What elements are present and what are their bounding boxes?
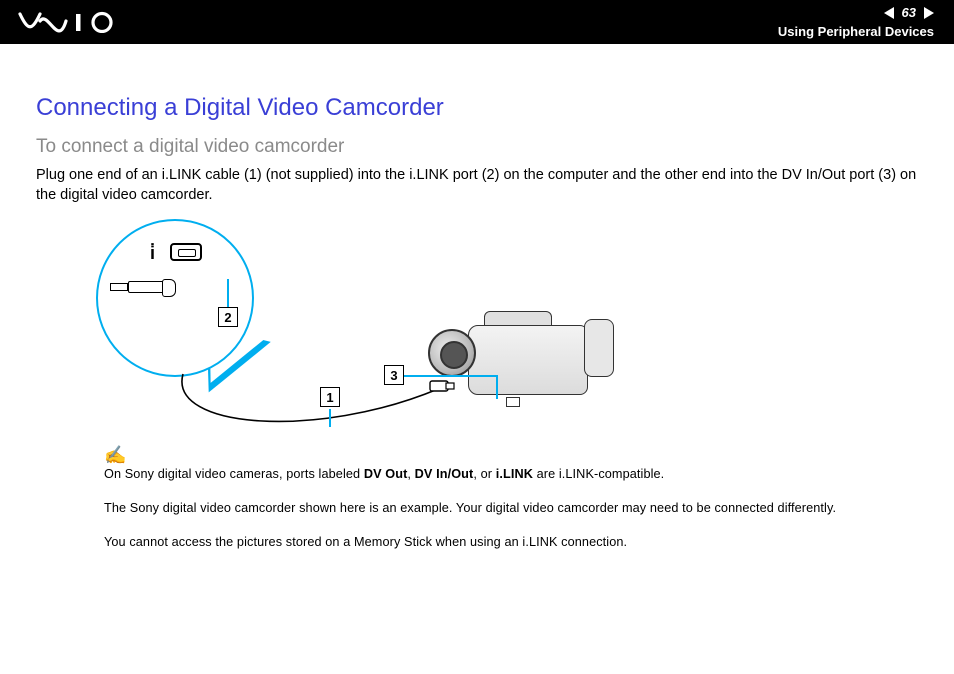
- ilink-symbol-icon: i̇: [150, 243, 155, 264]
- diagram-label-3: 3: [384, 365, 404, 385]
- leader-line-3b: [496, 375, 498, 399]
- diagram-label-2: 2: [218, 307, 238, 327]
- page-content: Connecting a Digital Video Camcorder To …: [0, 44, 954, 551]
- note-line-3: You cannot access the pictures stored on…: [104, 534, 918, 552]
- note1-b1: DV Out: [364, 467, 408, 481]
- page-number: 63: [900, 5, 918, 20]
- leader-line-1: [329, 409, 331, 427]
- page-title: Connecting a Digital Video Camcorder: [36, 94, 918, 122]
- note1-b3: i.LINK: [496, 467, 533, 481]
- note-line-1: On Sony digital video cameras, ports lab…: [104, 466, 918, 484]
- page-subtitle: To connect a digital video camcorder: [36, 136, 918, 158]
- note-pencil-icon: ✍: [104, 445, 126, 466]
- vaio-logo: [18, 11, 126, 33]
- header-bar: 63 Using Peripheral Devices: [0, 0, 954, 44]
- note1-m2: , or: [473, 467, 495, 481]
- camcorder-illustration: [428, 301, 618, 421]
- diagram-label-1: 1: [320, 387, 340, 407]
- note1-pre: On Sony digital video cameras, ports lab…: [104, 467, 364, 481]
- ilink-port-callout: i̇: [96, 219, 254, 377]
- notes-section: ✍ On Sony digital video cameras, ports l…: [104, 445, 918, 551]
- ilink-cable-icon: [178, 369, 448, 439]
- note1-b2: DV In/Out: [415, 467, 474, 481]
- ilink-port-icon: [170, 243, 202, 261]
- ilink-connector-icon: [106, 277, 176, 297]
- leader-line-2: [227, 279, 229, 309]
- next-page-arrow-icon[interactable]: [924, 7, 934, 19]
- note1-m1: ,: [407, 467, 414, 481]
- prev-page-arrow-icon[interactable]: [884, 7, 894, 19]
- note1-post: are i.LINK-compatible.: [533, 467, 664, 481]
- note-line-2: The Sony digital video camcorder shown h…: [104, 500, 918, 518]
- header-right: 63 Using Peripheral Devices: [778, 5, 934, 39]
- leader-line-3: [404, 375, 498, 377]
- page-nav: 63: [884, 5, 934, 20]
- connection-diagram: i̇ 2 1: [68, 219, 628, 439]
- instruction-text: Plug one end of an i.LINK cable (1) (not…: [36, 166, 918, 205]
- section-name: Using Peripheral Devices: [778, 24, 934, 39]
